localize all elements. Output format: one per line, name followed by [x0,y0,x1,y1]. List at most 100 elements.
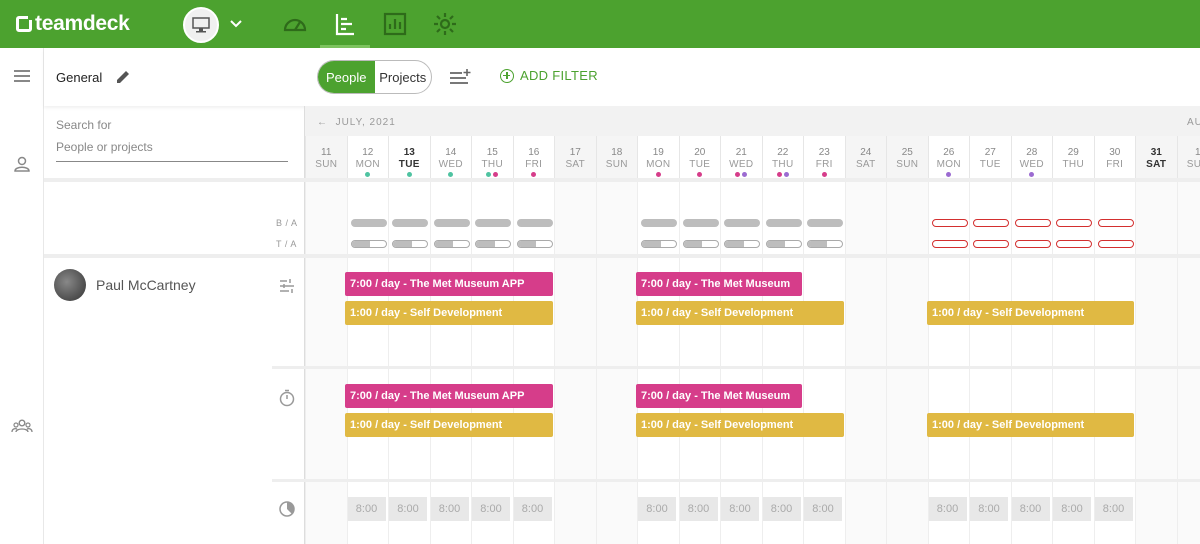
grid-day-column[interactable] [761,182,804,544]
timesheet-capacity-bar[interactable] [931,240,968,248]
menu-icon[interactable] [11,65,33,87]
timesheet-bar[interactable]: 1:00 / day - Self Development [636,413,844,437]
grid-day-column[interactable] [512,182,555,544]
grid-day-column[interactable] [595,182,637,544]
day-column-header[interactable]: 20 TUE [678,136,720,182]
person-icon[interactable] [11,153,33,175]
grid-day-column[interactable] [803,182,845,544]
booked-capacity-bar[interactable] [931,219,968,227]
day-column-header[interactable]: 25 SUN [886,136,928,182]
timesheet-capacity-bar[interactable] [807,240,843,248]
day-column-header[interactable]: 24 SAT [844,136,886,182]
timesheet-bar[interactable]: 1:00 / day - Self Development [345,413,553,437]
availability-hours[interactable]: 8:00 [513,497,552,521]
day-column-header[interactable]: 31 SAT [1135,136,1177,182]
day-column-header[interactable]: 15 THU [471,136,513,182]
pencil-icon[interactable] [114,68,132,86]
day-column-header[interactable]: 21 WED [720,136,762,182]
availability-hours[interactable]: 8:00 [970,497,1008,521]
timesheet-bar[interactable]: 1:00 / day - Self Development [927,413,1134,437]
grid-day-column[interactable] [720,182,762,544]
booking-bar[interactable]: 1:00 / day - Self Development [927,301,1134,325]
timesheet-capacity-bar[interactable] [1014,240,1051,248]
timesheet-bar[interactable]: 7:00 / day - The Met Museum APP [345,384,553,408]
day-column-header[interactable]: 28 WED [1010,136,1052,182]
timesheet-capacity-bar[interactable] [516,240,553,248]
availability-hours[interactable]: 8:00 [679,497,718,521]
availability-hours[interactable]: 8:00 [430,497,469,521]
grid-day-column[interactable] [1093,182,1136,544]
grid-day-column[interactable] [388,182,430,544]
toggle-people[interactable]: People [318,61,375,93]
day-column-header[interactable]: 13 TUE [388,136,430,182]
grid-day-column[interactable] [844,182,886,544]
grid-day-column[interactable] [969,182,1011,544]
timesheet-capacity-bar[interactable] [765,240,802,248]
reports-icon[interactable] [382,11,408,37]
booked-capacity-bar[interactable] [807,219,843,227]
timesheet-capacity-bar[interactable] [641,240,677,248]
person-row-header[interactable]: Paul McCartney [54,269,196,301]
day-column-header[interactable]: 11 SUN [305,136,347,182]
grid-day-column[interactable] [886,182,928,544]
booked-capacity-bar[interactable] [1097,219,1134,227]
availability-hours[interactable]: 8:00 [638,497,676,521]
availability-hours[interactable]: 8:00 [1053,497,1091,521]
booking-bar[interactable]: 7:00 / day - The Met Museum [636,272,802,296]
day-column-header[interactable]: 22 THU [761,136,803,182]
timesheet-capacity-bar[interactable] [973,240,1009,248]
booked-capacity-bar[interactable] [433,219,470,227]
timesheet-capacity-bar[interactable] [433,240,470,248]
booked-capacity-bar[interactable] [682,219,719,227]
scheduler-icon[interactable] [332,11,358,37]
toggle-projects[interactable]: Projects [375,61,432,93]
availability-hours[interactable]: 8:00 [389,497,427,521]
timesheet-capacity-bar[interactable] [724,240,760,248]
availability-hours[interactable]: 8:00 [347,497,386,521]
booking-bar[interactable]: 1:00 / day - Self Development [636,301,844,325]
workspace-avatar-button[interactable] [183,7,219,43]
day-column-header[interactable]: 1SUN [1176,136,1200,182]
grid-day-column[interactable] [678,182,721,544]
stopwatch-icon[interactable] [278,389,296,407]
day-column-header[interactable]: 29 THU [1052,136,1094,182]
booked-capacity-bar[interactable] [350,219,387,227]
availability-hours[interactable]: 8:00 [1011,497,1050,521]
timesheet-bar[interactable]: 7:00 / day - The Met Museum [636,384,802,408]
day-column-header[interactable]: 30 FRI [1093,136,1135,182]
day-column-header[interactable]: 23 FRI [803,136,845,182]
arrow-left-icon[interactable]: ← [317,117,328,128]
day-column-header[interactable]: 17 SAT [554,136,596,182]
availability-hours[interactable]: 8:00 [762,497,801,521]
timesheet-capacity-bar[interactable] [350,240,387,248]
availability-hours[interactable]: 8:00 [804,497,842,521]
booked-capacity-bar[interactable] [475,219,511,227]
booked-capacity-bar[interactable] [641,219,677,227]
timesheet-capacity-bar[interactable] [475,240,511,248]
day-column-header[interactable]: 16 FRI [512,136,554,182]
grid-day-column[interactable] [637,182,679,544]
booked-capacity-bar[interactable] [765,219,802,227]
day-column-header[interactable]: 26 MON [927,136,969,182]
team-icon[interactable] [11,415,33,437]
add-filter-button[interactable]: ADD FILTER [500,68,598,83]
timesheet-capacity-bar[interactable] [1056,240,1092,248]
day-column-header[interactable]: 18 SUN [595,136,637,182]
grid-day-column[interactable] [346,182,389,544]
day-column-header[interactable]: 27 TUE [969,136,1011,182]
grid-day-column[interactable] [1176,182,1200,544]
booked-capacity-bar[interactable] [1014,219,1051,227]
grid-day-column[interactable] [471,182,513,544]
availability-hours[interactable]: 8:00 [472,497,510,521]
grid-day-column[interactable] [429,182,472,544]
grid-day-column[interactable] [1010,182,1053,544]
grid-day-column[interactable] [1052,182,1094,544]
availability-hours[interactable]: 8:00 [721,497,759,521]
timesheet-capacity-bar[interactable] [392,240,428,248]
grid-day-column[interactable] [927,182,970,544]
booked-capacity-bar[interactable] [973,219,1009,227]
dashboard-icon[interactable] [282,11,308,37]
settings-icon[interactable] [432,11,458,37]
grid-day-column[interactable] [305,182,347,544]
day-column-header[interactable]: 12 MON [346,136,388,182]
